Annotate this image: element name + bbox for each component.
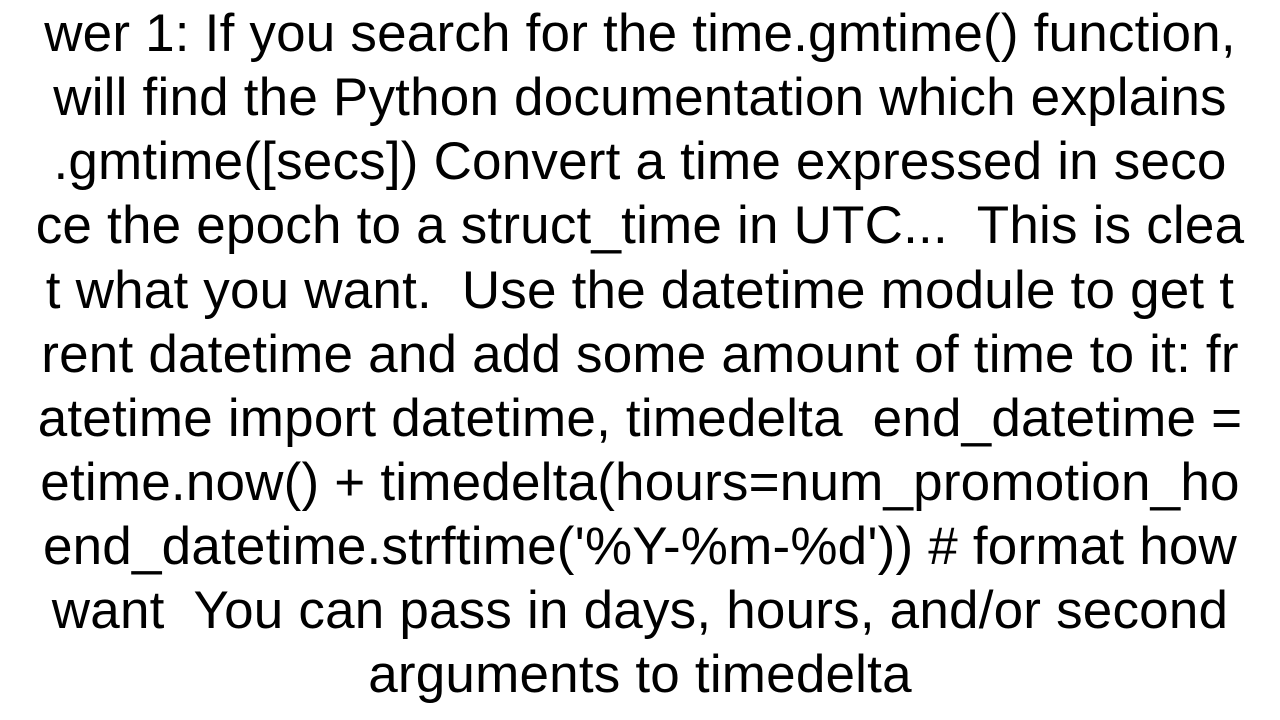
answer-text: wer 1: If you search for the time.gmtime… [36, 2, 1245, 707]
document-viewport: wer 1: If you search for the time.gmtime… [0, 0, 1280, 720]
